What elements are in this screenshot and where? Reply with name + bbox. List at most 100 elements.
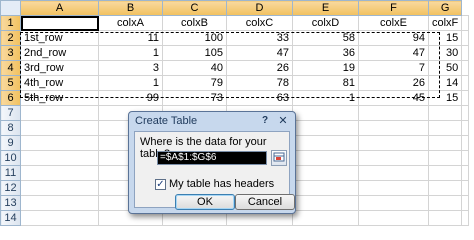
sheet-cell[interactable] [20, 120, 99, 136]
sheet-cell[interactable]: colxD [292, 15, 359, 31]
sheet-cell[interactable] [20, 165, 99, 181]
select-all-corner[interactable] [0, 0, 21, 16]
sheet-cell[interactable] [292, 150, 359, 166]
sheet-cell[interactable]: 30 [427, 45, 463, 61]
sheet-cell[interactable]: 7 [358, 60, 429, 76]
row-header[interactable]: 14 [0, 210, 21, 226]
sheet-cell[interactable]: 1 [98, 45, 163, 61]
sheet-cell[interactable]: 15 [427, 30, 463, 46]
sheet-cell[interactable]: 45 [358, 90, 429, 106]
sheet-cell[interactable] [461, 45, 470, 61]
sheet-cell[interactable] [427, 150, 463, 166]
sheet-cell[interactable] [292, 135, 359, 151]
row-header[interactable]: 1 [0, 15, 21, 31]
sheet-cell[interactable] [358, 135, 429, 151]
sheet-cell[interactable]: 26 [226, 60, 293, 76]
sheet-cell[interactable] [292, 120, 359, 136]
sheet-cell[interactable] [461, 60, 470, 76]
sheet-cell[interactable] [427, 180, 463, 196]
sheet-cell[interactable]: 58 [292, 30, 359, 46]
sheet-cell[interactable] [358, 120, 429, 136]
sheet-cell[interactable]: colxE [358, 15, 429, 31]
headers-checkbox-label[interactable]: My table has headers [169, 178, 274, 190]
sheet-cell[interactable]: 2nd_row [20, 45, 99, 61]
sheet-cell[interactable] [461, 150, 470, 166]
collapse-dialog-button[interactable] [271, 150, 287, 166]
sheet-cell[interactable]: 105 [162, 45, 227, 61]
sheet-cell[interactable] [20, 105, 99, 121]
sheet-cell[interactable] [427, 105, 463, 121]
sheet-cell[interactable] [20, 210, 99, 226]
sheet-cell[interactable] [292, 180, 359, 196]
sheet-cell[interactable]: 1 [98, 75, 163, 91]
sheet-cell[interactable]: 15 [427, 90, 463, 106]
sheet-cell[interactable]: colxC [226, 15, 293, 31]
sheet-cell[interactable] [20, 195, 99, 211]
row-header[interactable]: 5 [0, 75, 21, 91]
row-header[interactable]: 6 [0, 90, 21, 106]
sheet-cell[interactable] [461, 15, 470, 31]
sheet-cell[interactable] [461, 180, 470, 196]
sheet-cell[interactable]: 99 [98, 90, 163, 106]
sheet-cell[interactable] [461, 75, 470, 91]
sheet-cell[interactable]: 4th_row [20, 75, 99, 91]
sheet-cell[interactable] [292, 195, 359, 211]
sheet-cell[interactable]: 47 [226, 45, 293, 61]
sheet-cell[interactable] [20, 150, 99, 166]
row-header[interactable]: 11 [0, 165, 21, 181]
row-header[interactable]: 4 [0, 60, 21, 76]
sheet-cell[interactable]: 3 [98, 60, 163, 76]
row-header[interactable]: 2 [0, 30, 21, 46]
sheet-cell[interactable] [358, 165, 429, 181]
sheet-cell[interactable]: 50 [427, 60, 463, 76]
sheet-cell[interactable] [358, 105, 429, 121]
ok-button[interactable]: OK [175, 194, 235, 210]
column-header-g[interactable]: G [427, 0, 463, 16]
column-header-b[interactable]: B [98, 0, 163, 16]
row-header[interactable]: 13 [0, 195, 21, 211]
row-header[interactable]: 10 [0, 150, 21, 166]
sheet-cell[interactable] [292, 105, 359, 121]
sheet-cell[interactable]: 5th_row [20, 90, 99, 106]
sheet-cell[interactable] [427, 135, 463, 151]
sheet-cell[interactable]: 3rd_row [20, 60, 99, 76]
sheet-cell[interactable] [461, 135, 470, 151]
cancel-button[interactable]: Cancel [235, 194, 295, 210]
sheet-cell[interactable] [20, 180, 99, 196]
close-icon[interactable]: ✕ [276, 115, 290, 127]
sheet-cell[interactable] [427, 165, 463, 181]
help-icon[interactable]: ? [259, 115, 271, 127]
sheet-cell[interactable]: 1 [292, 90, 359, 106]
column-header-f[interactable]: F [358, 0, 429, 16]
column-header-c[interactable]: C [162, 0, 227, 16]
sheet-cell[interactable] [461, 120, 470, 136]
sheet-cell[interactable] [358, 210, 429, 226]
sheet-cell[interactable] [358, 150, 429, 166]
sheet-cell[interactable] [427, 210, 463, 226]
table-range-input[interactable] [157, 151, 267, 165]
row-header[interactable]: 7 [0, 105, 21, 121]
sheet-cell[interactable]: 63 [226, 90, 293, 106]
sheet-cell[interactable] [461, 105, 470, 121]
sheet-cell[interactable]: 100 [162, 30, 227, 46]
row-header[interactable]: 9 [0, 135, 21, 151]
sheet-cell[interactable]: 33 [226, 30, 293, 46]
sheet-cell[interactable]: 40 [162, 60, 227, 76]
sheet-cell[interactable]: 26 [358, 75, 429, 91]
row-header[interactable]: 8 [0, 120, 21, 136]
column-header-d[interactable]: D [226, 0, 293, 16]
sheet-cell[interactable]: 1st_row [20, 30, 99, 46]
sheet-cell[interactable] [358, 180, 429, 196]
sheet-cell[interactable]: 78 [226, 75, 293, 91]
sheet-cell[interactable]: 36 [292, 45, 359, 61]
sheet-cell[interactable] [20, 15, 99, 31]
sheet-cell[interactable]: 94 [358, 30, 429, 46]
row-header[interactable]: 12 [0, 180, 21, 196]
sheet-cell[interactable] [358, 195, 429, 211]
sheet-cell[interactable] [292, 165, 359, 181]
row-header[interactable]: 3 [0, 45, 21, 61]
headers-option[interactable]: ✓ My table has headers [155, 178, 274, 190]
sheet-cell[interactable] [461, 90, 470, 106]
sheet-cell[interactable] [461, 30, 470, 46]
sheet-cell[interactable] [461, 195, 470, 211]
